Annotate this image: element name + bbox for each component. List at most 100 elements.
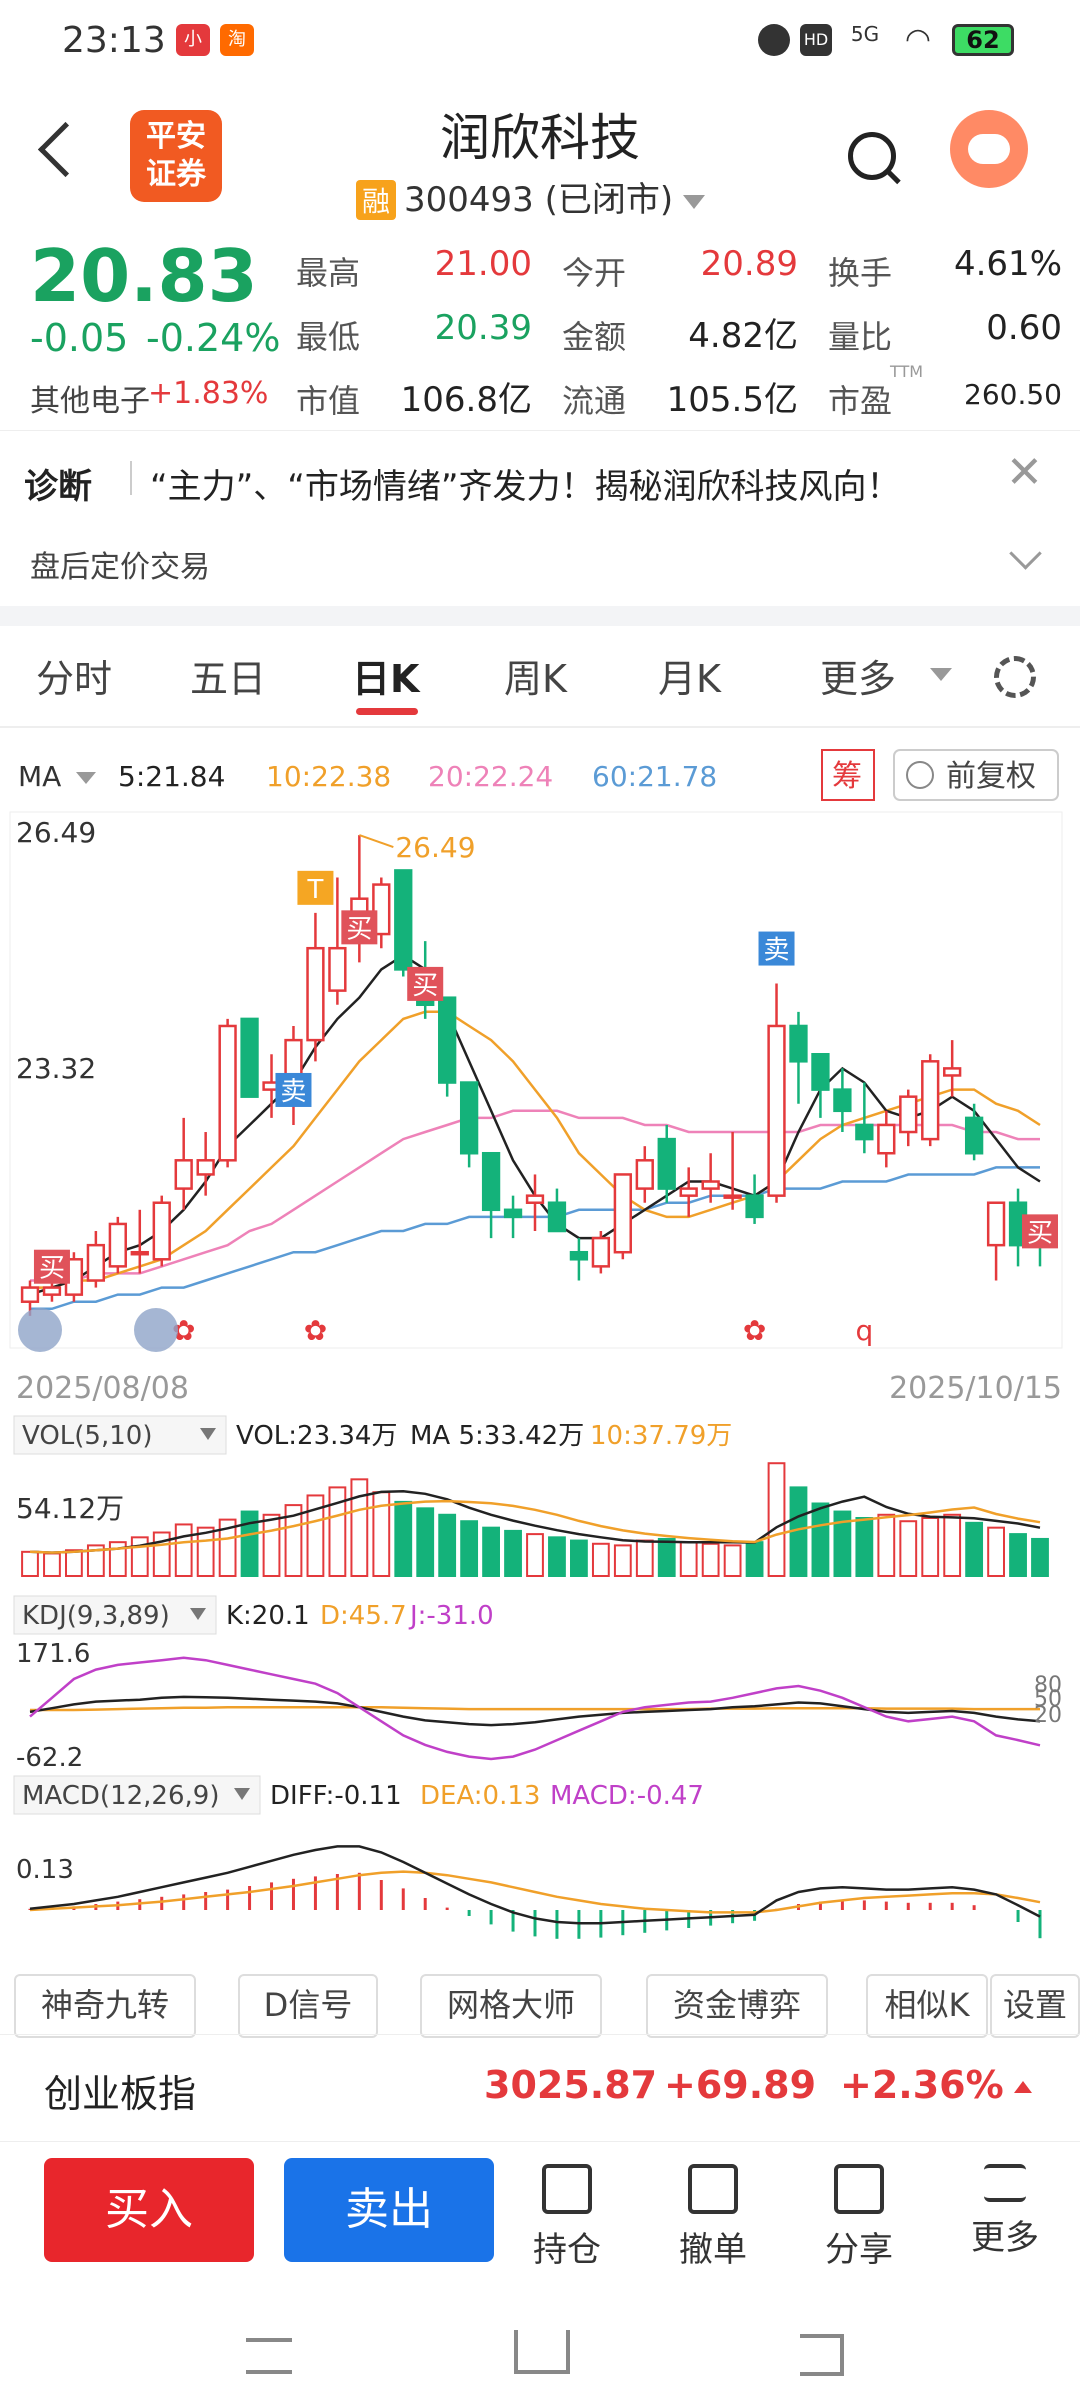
kdj-title: KDJ(9,3,89) bbox=[22, 1601, 170, 1631]
volume-bar bbox=[482, 1526, 500, 1578]
vol-value: VOL:23.34万 bbox=[236, 1421, 397, 1451]
diagnosis-banner[interactable]: 诊断 “主力”、“市场情绪”齐发力！揭秘润欣科技风向！ ✕ bbox=[0, 430, 1080, 517]
close-icon[interactable]: ✕ bbox=[1006, 447, 1043, 498]
candle-body bbox=[503, 1208, 523, 1219]
positions-button[interactable]: 持仓 bbox=[512, 2164, 622, 2271]
kline-chart-svg[interactable]: MA 5:21.84 10:22.38 20:22.24 60:21.78 筹 … bbox=[0, 740, 1080, 1970]
tool-fund-game[interactable]: 资金博弈 bbox=[646, 1974, 828, 2038]
stock-code-selector[interactable]: 融 300493 (已闭市) bbox=[356, 172, 706, 221]
volume-bar bbox=[350, 1478, 369, 1577]
sell-button[interactable]: 卖出 bbox=[284, 2158, 494, 2262]
back-nav-icon[interactable] bbox=[800, 2334, 844, 2376]
alarm-icon bbox=[758, 24, 790, 56]
price-change-pct: -0.24% bbox=[146, 316, 281, 360]
signal-label: 卖 bbox=[764, 936, 790, 966]
sector-change: +1.83% bbox=[148, 376, 269, 411]
candle-body bbox=[20, 1286, 40, 1303]
sector-label[interactable]: 其他电子 bbox=[30, 376, 150, 420]
share-button[interactable]: 分享 bbox=[804, 2164, 914, 2271]
kdj-y-bottom: -62.2 bbox=[16, 1743, 83, 1773]
tool-settings[interactable]: 设置 bbox=[990, 1974, 1080, 2038]
index-change: +69.89 bbox=[664, 2063, 817, 2107]
tool-grid-master[interactable]: 网格大师 bbox=[420, 1974, 602, 2038]
candle-body bbox=[723, 1194, 742, 1199]
tab-monthly-k[interactable]: 月K bbox=[658, 648, 721, 703]
hd-icon: HD bbox=[800, 24, 832, 56]
more-label: 更多 bbox=[971, 2218, 1039, 2258]
candle-body bbox=[547, 1201, 567, 1233]
volume-bar bbox=[438, 1513, 457, 1577]
tab-weekly-k[interactable]: 周K bbox=[504, 648, 567, 703]
candle-body bbox=[569, 1250, 589, 1261]
chevron-down-icon bbox=[76, 772, 96, 784]
candle-body bbox=[657, 1137, 676, 1190]
candle-body bbox=[921, 1060, 940, 1141]
candle-body bbox=[767, 1024, 786, 1197]
scroll-left-icon[interactable] bbox=[18, 1308, 62, 1352]
kdj-right-tick-20: 20 bbox=[1034, 1703, 1062, 1728]
buy-button[interactable]: 买入 bbox=[44, 2158, 254, 2262]
kdj-d-line bbox=[30, 1705, 1040, 1712]
assistant-avatar[interactable] bbox=[950, 110, 1028, 188]
ma10-value: 10:22.38 bbox=[266, 760, 391, 793]
kdj-j: J:-31.0 bbox=[408, 1601, 494, 1631]
candle-body bbox=[964, 1116, 984, 1155]
volume-bar bbox=[965, 1521, 984, 1577]
low-value: 20.39 bbox=[434, 308, 532, 348]
macd-title: MACD(12,26,9) bbox=[22, 1781, 219, 1811]
index-ticker[interactable]: 创业板指 3025.87 +69.89 +2.36% bbox=[0, 2034, 1080, 2142]
volume-bar bbox=[416, 1507, 435, 1577]
menu-icon[interactable] bbox=[246, 2338, 292, 2374]
wifi-icon: ◠ bbox=[904, 22, 932, 57]
max-marker-line bbox=[359, 834, 394, 849]
ma-label[interactable]: MA bbox=[18, 760, 61, 793]
tool-d-signal[interactable]: D信号 bbox=[238, 1974, 378, 2038]
signal-icon: 5G bbox=[850, 22, 880, 46]
x-start-date: 2025/08/08 bbox=[16, 1371, 189, 1406]
zoom-icon[interactable] bbox=[134, 1308, 178, 1352]
tab-daily-k[interactable]: 日K bbox=[352, 648, 419, 703]
margin-badge: 融 bbox=[356, 180, 397, 220]
pe-ttm-sup: TTM bbox=[890, 362, 924, 381]
volume-bar bbox=[745, 1541, 764, 1578]
candle-body bbox=[833, 1088, 852, 1113]
cancel-order-button[interactable]: 撤单 bbox=[658, 2164, 768, 2271]
undo-icon bbox=[688, 2164, 738, 2214]
trade-bar: 买入 卖出 持仓 撤单 分享 更多 bbox=[0, 2140, 1080, 2280]
tab-five-day[interactable]: 五日 bbox=[190, 648, 266, 703]
app-notification-icon: 小 bbox=[176, 24, 210, 56]
ma60-value: 60:21.78 bbox=[592, 760, 717, 793]
mcap-label: 市值 bbox=[296, 382, 361, 420]
x-end-date: 2025/10/15 bbox=[889, 1371, 1062, 1406]
more-button[interactable]: 更多 bbox=[950, 2164, 1060, 2259]
tab-intraday[interactable]: 分时 bbox=[36, 648, 112, 703]
candle-body bbox=[679, 1187, 698, 1197]
kline-chart-area[interactable]: MA 5:21.84 10:22.38 20:22.24 60:21.78 筹 … bbox=[0, 740, 1080, 1980]
volume-bar bbox=[657, 1537, 676, 1578]
volume-bar bbox=[174, 1523, 193, 1578]
home-icon[interactable] bbox=[514, 2330, 570, 2374]
search-icon[interactable] bbox=[848, 132, 896, 180]
gear-icon[interactable] bbox=[994, 656, 1036, 698]
high-label: 最高 bbox=[296, 254, 361, 292]
macd-value: MACD:-0.47 bbox=[550, 1781, 704, 1811]
volume-bar bbox=[591, 1542, 610, 1577]
tab-more[interactable]: 更多 bbox=[820, 648, 896, 703]
ma5-value: 5:21.84 bbox=[118, 760, 225, 793]
tool-nine-turns[interactable]: 神奇九转 bbox=[14, 1974, 196, 2038]
share-label: 分享 bbox=[825, 2230, 893, 2270]
diagnosis-text[interactable]: “主力”、“市场情绪”齐发力！揭秘润欣科技风向！ bbox=[150, 459, 900, 508]
volratio-label: 量比 bbox=[828, 318, 893, 356]
y-tick-mid: 23.32 bbox=[16, 1052, 96, 1085]
candle-body bbox=[877, 1123, 896, 1155]
after-hours-row[interactable]: 盘后定价交易 bbox=[0, 526, 1080, 600]
candle-body bbox=[174, 1159, 193, 1190]
high-value: 21.00 bbox=[434, 244, 532, 284]
chevron-down-icon[interactable] bbox=[1009, 537, 1042, 570]
kdj-y-top: 171.6 bbox=[16, 1639, 90, 1669]
up-arrow-icon bbox=[1014, 2081, 1032, 2093]
volume-bar bbox=[548, 1536, 566, 1577]
stock-code-status: 300493 (已闭市) bbox=[404, 180, 674, 220]
volume-bar bbox=[526, 1533, 544, 1577]
tool-similar-k[interactable]: 相似K bbox=[866, 1974, 988, 2038]
